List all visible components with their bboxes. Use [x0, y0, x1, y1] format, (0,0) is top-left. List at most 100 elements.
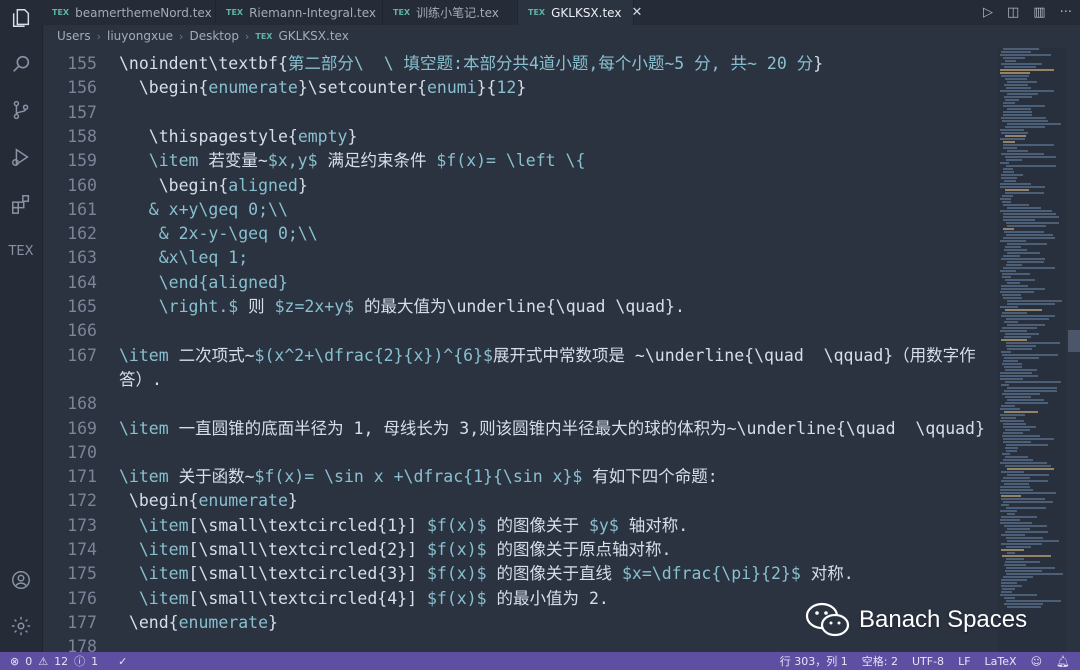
code-text: \item[\small\textcircled{4}] $f(x)$ 的最小值… [119, 587, 609, 611]
breadcrumb-item[interactable]: liuyongxue [107, 29, 173, 43]
code-line[interactable]: 155 \noindent\textbf{第二部分\ \ 填空题:本部分共4道小题… [42, 52, 823, 76]
tab-beamerthemeNord[interactable]: TEX beamerthemeNord.tex [42, 0, 216, 25]
code-line[interactable]: 169 \item 一直圆锥的底面半径为 1, 母线长为 3,则该圆锥内半径最大的… [42, 417, 985, 441]
run-debug-icon[interactable] [9, 145, 33, 169]
extensions-icon[interactable] [9, 192, 33, 216]
code-text: \item 关于函数~$f(x)= \sin x +\dfrac{1}{\sin… [119, 465, 718, 489]
breadcrumb-item[interactable]: Desktop [189, 29, 239, 43]
tex-icon[interactable]: TEX [8, 239, 33, 263]
code-token: 二次项式~ [178, 345, 255, 365]
error-icon[interactable]: ⊗ [10, 655, 19, 668]
code-line[interactable]: 156 \begin{enumerate}\setcounter{enumi}{… [42, 76, 526, 100]
breadcrumb-item[interactable]: Users [57, 29, 91, 43]
code-line[interactable]: 177 \end{enumerate} [42, 611, 278, 635]
account-icon[interactable] [9, 568, 33, 592]
minimap-line [1005, 570, 1042, 572]
code-line[interactable]: 175 \item[\small\textcircled{3}] $f(x)$ … [42, 562, 853, 586]
split-editor-icon[interactable]: ▥ [1033, 5, 1045, 20]
code-token: 有如下四个命题: [582, 467, 718, 487]
code-text: \begin{aligned} [119, 174, 308, 198]
line-number: 169 [67, 418, 97, 438]
tab-training-notes[interactable]: TEX 训练小笔记.tex [383, 0, 518, 25]
line-number: 178 [67, 637, 97, 652]
source-control-icon[interactable] [9, 98, 33, 122]
line-ending[interactable]: LF [958, 655, 970, 668]
code-token: \noindent\textbf{ [119, 54, 288, 73]
minimap-line [1007, 528, 1030, 530]
minimap-line [1001, 117, 1046, 119]
tab-riemann-integral[interactable]: TEX Riemann-Integral.tex [216, 0, 383, 25]
more-actions-icon[interactable]: ··· [1060, 5, 1072, 20]
indentation[interactable]: 空格: 2 [862, 653, 898, 669]
status-bar: ⊗ 0 ⚠ 12 ⓘ 1 ✓ 行 303，列 1 空格: 2 UTF-8 LF … [0, 652, 1080, 670]
error-count[interactable]: 0 [25, 655, 32, 668]
code-line[interactable]: 167 \item 二次项式~$(x^2+\dfrac{2}{x})^{6}$展开… [42, 344, 976, 368]
settings-gear-icon[interactable] [9, 614, 33, 638]
code-line[interactable]: 168 [42, 392, 119, 416]
warning-icon[interactable]: ⚠ [38, 655, 48, 668]
minimap-line [1000, 90, 1054, 92]
minimap-line [1000, 510, 1017, 512]
bell-icon[interactable]: 🔔︎ [1056, 655, 1070, 668]
minimap-line [1006, 558, 1024, 560]
code-line[interactable]: 176 \item[\small\textcircled{4}] $f(x)$ … [42, 587, 609, 611]
language-mode[interactable]: LaTeX [985, 655, 1017, 668]
split-preview-icon[interactable]: ◫ [1007, 5, 1019, 20]
search-icon[interactable] [9, 52, 33, 76]
minimap-line [1003, 141, 1015, 143]
code-line[interactable]: 170 [42, 441, 119, 465]
code-line[interactable]: 178 [42, 635, 119, 652]
code-text: \item[\small\textcircled{2}] $f(x)$ 的图像关… [119, 538, 672, 562]
breadcrumb-item[interactable]: GKLKSX.tex [278, 29, 348, 43]
check-icon[interactable]: ✓ [118, 655, 127, 668]
minimap-line [1005, 135, 1026, 137]
minimap-line [1001, 285, 1028, 287]
code-editor[interactable]: 155 \noindent\textbf{第二部分\ \ 填空题:本部分共4道小题… [42, 48, 996, 652]
minimap-line [1002, 201, 1011, 203]
code-line[interactable]: 171 \item 关于函数~$f(x)= \sin x +\dfrac{1}{\… [42, 465, 718, 489]
info-count[interactable]: 1 [91, 655, 98, 668]
cursor-position[interactable]: 行 303，列 1 [780, 653, 848, 669]
encoding[interactable]: UTF-8 [912, 655, 944, 668]
tab-label: Riemann-Integral.tex [249, 5, 376, 20]
line-number [42, 368, 119, 392]
run-icon[interactable]: ▷ [983, 5, 993, 20]
tab-label: 训练小笔记.tex [416, 6, 499, 20]
code-token: enumerate [208, 78, 298, 98]
scrollbar-thumb[interactable] [1068, 330, 1080, 352]
code-line[interactable]: 161 & x+y\geq 0;\\ [42, 198, 288, 222]
code-line[interactable]: 158 \thispagestyle{empty} [42, 125, 357, 149]
feedback-icon[interactable]: ☺ [1031, 655, 1042, 668]
code-line[interactable]: 162 & 2x-y-\geq 0;\\ [42, 222, 318, 246]
warning-count[interactable]: 12 [54, 655, 68, 668]
minimap-line [1000, 462, 1047, 464]
code-line[interactable]: 165 \right.$ 则 $z=2x+y$ 的最大值为\underline{… [42, 295, 685, 319]
close-icon[interactable]: ✕ [631, 5, 642, 20]
minimap-line [1003, 102, 1015, 104]
info-icon[interactable]: ⓘ [74, 653, 85, 669]
tab-gklksx[interactable]: TEX GKLKSX.tex ✕ [518, 0, 642, 25]
code-line[interactable]: 174 \item[\small\textcircled{2}] $f(x)$ … [42, 538, 671, 562]
code-line[interactable]: 163 &x\leq 1; [42, 246, 248, 270]
code-line[interactable]: 157 [42, 101, 119, 125]
minimap[interactable] [998, 48, 1066, 652]
minimap-line [1000, 306, 1018, 308]
minimap-line [1002, 276, 1011, 278]
minimap-line [1006, 507, 1046, 509]
minimap-line [1001, 258, 1045, 260]
code-line[interactable]: 173 \item[\small\textcircled{1}] $f(x)$ … [42, 514, 688, 538]
code-line[interactable]: 159 \item 若变量~$x,y$ 满足约束条件 $f(x)= \left … [42, 149, 585, 173]
code-token: & 2x-y-\geq 0;\\ [119, 224, 318, 244]
code-line[interactable]: 166 [42, 319, 119, 343]
code-token: $f(x)$ [426, 540, 487, 559]
minimap-line [1000, 72, 1030, 74]
code-token: 若变量~ [208, 151, 268, 171]
tab-bar: TEX beamerthemeNord.tex TEX Riemann-Inte… [42, 0, 1080, 25]
explorer-icon[interactable] [9, 6, 33, 30]
code-line[interactable]: 答）. [42, 368, 162, 392]
minimap-line [1005, 402, 1048, 404]
code-line[interactable]: 164 \end{aligned} [42, 271, 288, 295]
code-line[interactable]: 160 \begin{aligned} [42, 174, 308, 198]
minimap-line [1007, 261, 1044, 263]
code-line[interactable]: 172 \begin{enumerate} [42, 489, 298, 513]
